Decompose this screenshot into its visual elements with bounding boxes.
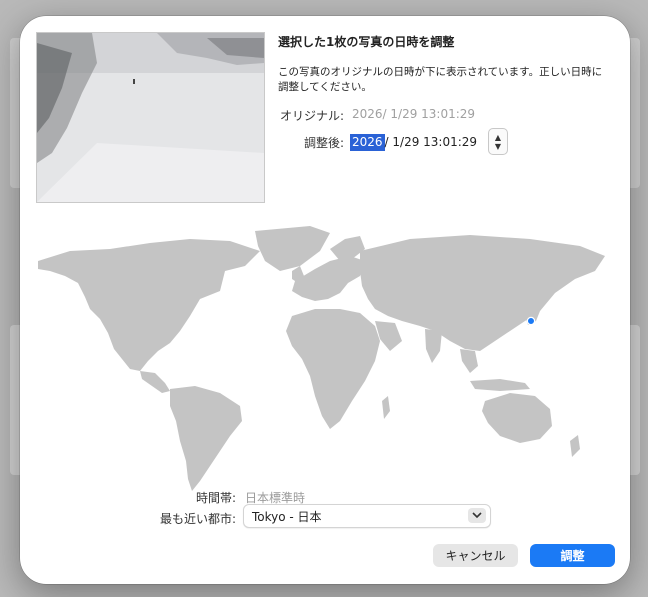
timezone-label: 時間帯:: [195, 491, 236, 505]
stepper-up-icon[interactable]: ▲: [495, 133, 501, 142]
stepper-arrows-icon[interactable]: ▲ ▼: [488, 128, 508, 155]
chevron-down-icon[interactable]: [468, 508, 486, 523]
world-map[interactable]: [30, 221, 615, 506]
adjusted-label: 調整後:: [303, 136, 344, 150]
stepper-down-icon[interactable]: ▼: [495, 142, 501, 151]
dialog-title: 選択した1枚の写真の日時を調整: [278, 35, 455, 49]
adjust-date-dialog: 選択した1枚の写真の日時を調整 この写真のオリジナルの日時が下に表示されています…: [20, 16, 630, 584]
snow-scene-image: [37, 33, 264, 202]
original-label: オリジナル:: [279, 109, 344, 123]
photo-preview: [36, 32, 265, 203]
nearest-city-select[interactable]: Tokyo - 日本: [243, 504, 491, 528]
adjust-button[interactable]: 調整: [530, 544, 615, 567]
location-pin-icon: [526, 316, 536, 326]
adjusted-datetime-rest[interactable]: / 1/29 13:01:29: [385, 135, 478, 149]
adjusted-datetime-field[interactable]: 2026 / 1/29 13:01:29: [350, 133, 477, 151]
adjusted-year-segment[interactable]: 2026: [350, 133, 385, 151]
nearest-city-value: Tokyo - 日本: [252, 510, 322, 524]
cancel-button[interactable]: キャンセル: [433, 544, 518, 567]
nearest-city-label: 最も近い都市:: [159, 512, 236, 526]
dialog-description: この写真のオリジナルの日時が下に表示されています。正しい日時に調整してください。: [278, 66, 603, 93]
original-datetime: 2026/ 1/29 13:01:29: [352, 107, 476, 121]
